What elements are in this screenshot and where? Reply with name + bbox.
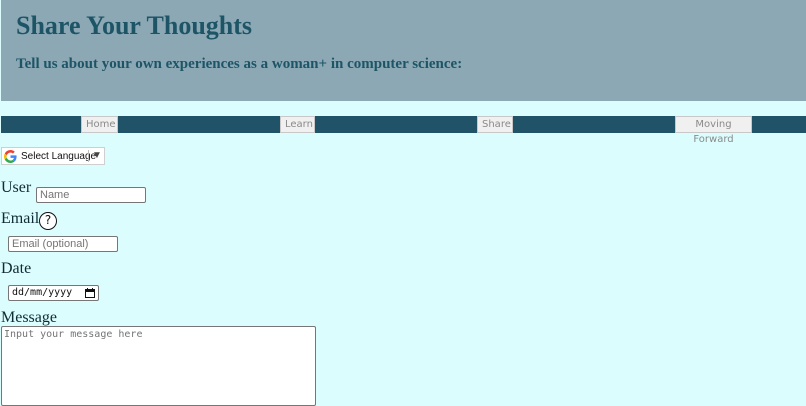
nav-bar: Home Learn Share Moving Forward — [1, 116, 806, 145]
nav-share-button[interactable]: Share — [477, 116, 513, 133]
page-title: Share Your Thoughts — [16, 11, 253, 40]
nav-home-button[interactable]: Home — [81, 116, 118, 133]
nav-moving-forward-button[interactable]: Moving Forward — [675, 116, 752, 145]
chevron-down-icon: ▼ — [92, 150, 102, 161]
dropdown-divider — [88, 150, 89, 162]
google-g-icon — [4, 150, 17, 163]
page-header: Share Your Thoughts Tell us about your o… — [1, 0, 806, 101]
email-label: Email — [1, 210, 40, 227]
message-label: Message — [1, 309, 57, 326]
page-subtitle: Tell us about your own experiences as a … — [16, 56, 463, 72]
nav-learn-button[interactable]: Learn — [280, 116, 315, 133]
date-input[interactable]: dd/mm/yyyy — [8, 285, 99, 301]
email-input[interactable] — [8, 236, 118, 252]
user-label: User — [1, 179, 32, 196]
name-input[interactable] — [36, 187, 146, 203]
message-textarea[interactable] — [1, 326, 316, 406]
date-value: dd/mm/yyyy — [12, 287, 73, 298]
date-label: Date — [1, 260, 32, 277]
calendar-icon[interactable] — [85, 288, 95, 298]
select-language-dropdown[interactable]: Select Language ▼ — [1, 147, 105, 165]
select-language-label: Select Language — [21, 151, 97, 162]
help-icon[interactable]: ? — [39, 212, 57, 230]
